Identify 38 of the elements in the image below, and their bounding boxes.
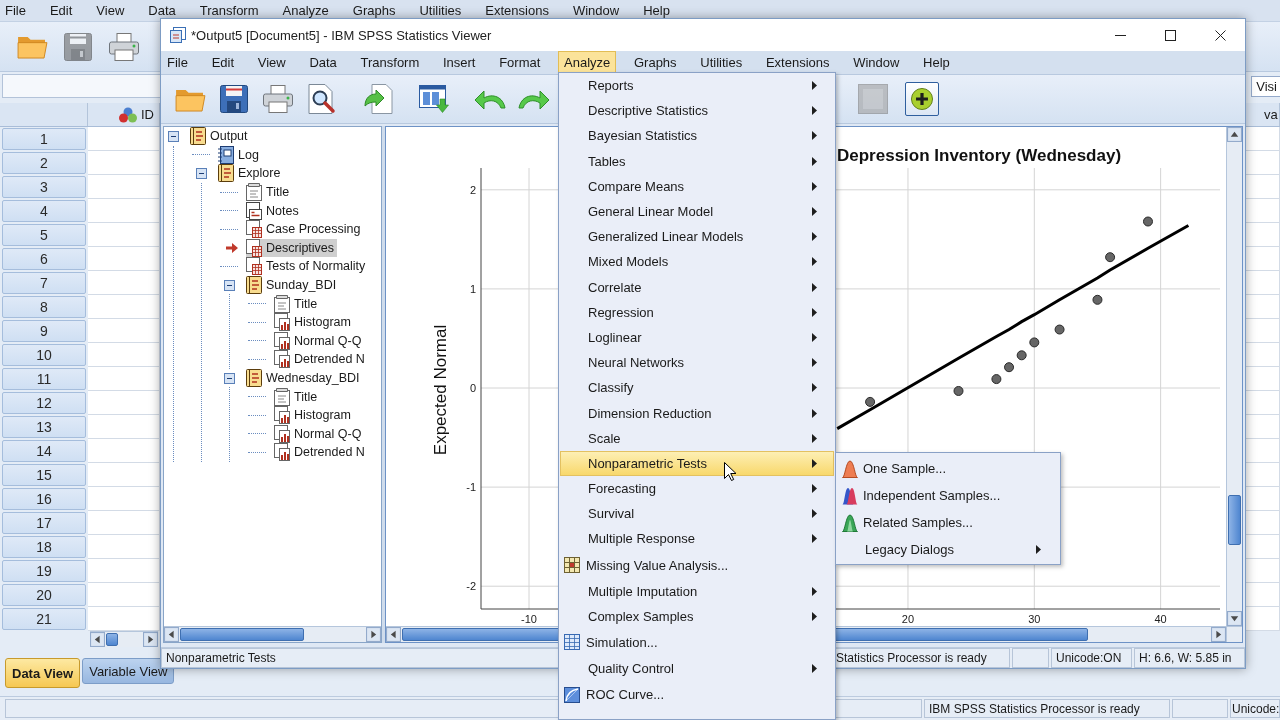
tick-label: 0 [469, 382, 476, 394]
row-number: 2 [2, 152, 86, 174]
tick-label: -2 [466, 580, 476, 593]
axis-label: Expected Normal [431, 324, 450, 456]
row-number: 8 [2, 296, 86, 318]
chart-title: Depression Inventory (Wednesday) [837, 146, 1122, 165]
row-number: 16 [2, 488, 86, 510]
info-label: Visi [1251, 75, 1280, 97]
row-number: 20 [2, 584, 86, 606]
tick-label: 30 [1028, 613, 1041, 625]
tick-label: 20 [901, 613, 915, 625]
row-number: 12 [2, 392, 86, 414]
row-number: 14 [2, 440, 86, 462]
row-number: 19 [2, 560, 86, 582]
tick-label: 40 [1154, 613, 1167, 625]
status-text: IBM SPSS Statistics Processor is ready [924, 699, 1170, 718]
tick-label: 2 [469, 183, 476, 196]
row-number: 11 [2, 368, 86, 390]
row-number: 18 [2, 536, 86, 558]
row-number: 4 [2, 200, 86, 222]
row-number: 6 [2, 248, 86, 270]
row-number: 10 [2, 344, 86, 366]
tick-label: -10 [521, 613, 537, 625]
row-number: 13 [2, 416, 86, 438]
row-number: 5 [2, 224, 86, 246]
status-text: H: 6.6, W: 5.85 in [1134, 648, 1245, 668]
row-number: 9 [2, 320, 86, 342]
status-text: Unicode:ON [1051, 648, 1132, 668]
row-number: 17 [2, 512, 86, 534]
row-number: 3 [2, 176, 86, 198]
tick-label: 1 [469, 282, 476, 295]
tick-label: -1 [466, 481, 476, 494]
window-title: *Output5 [Document5] - IBM SPSS Statistics Viewer [191, 27, 492, 43]
row-number: 15 [2, 464, 86, 486]
row-number: 1 [2, 128, 86, 150]
status-text: Unicode: [1230, 699, 1280, 718]
row-number: 21 [2, 608, 86, 630]
row-number: 7 [2, 272, 86, 294]
